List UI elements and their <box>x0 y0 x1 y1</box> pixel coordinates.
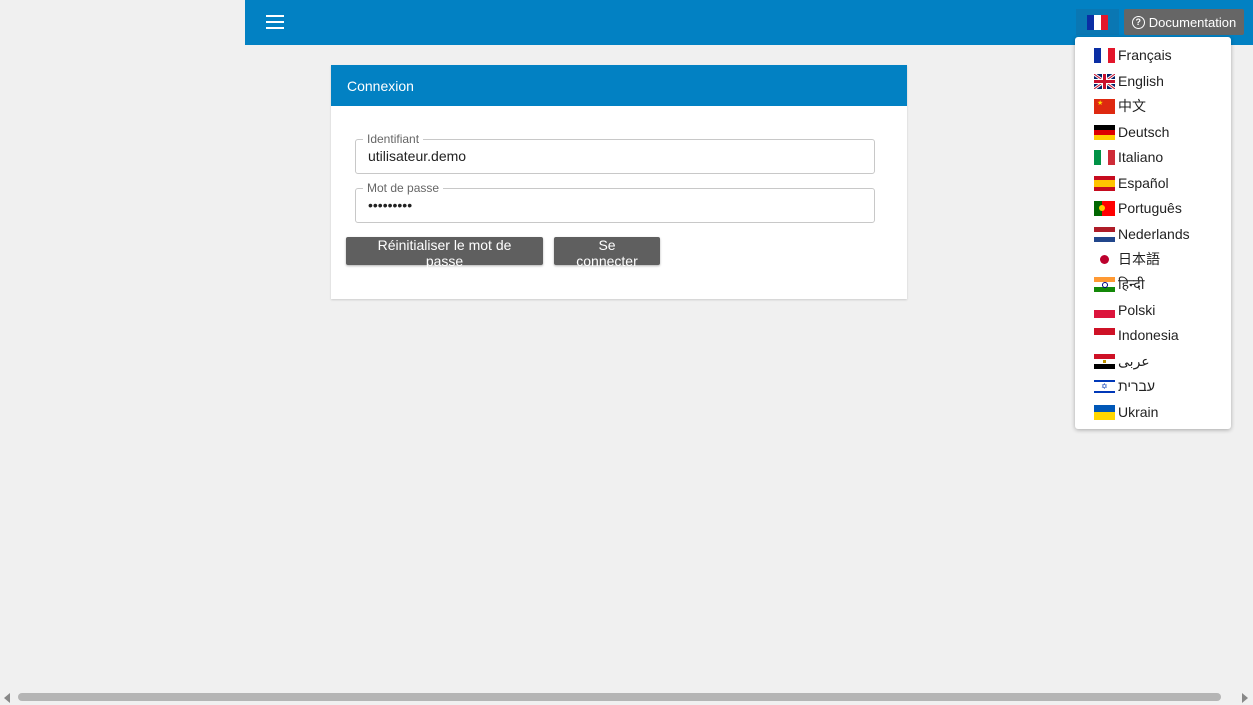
language-item-de[interactable]: Deutsch <box>1094 121 1224 143</box>
language-label: Français <box>1118 47 1172 63</box>
poland-flag-icon <box>1094 302 1115 318</box>
password-input[interactable] <box>368 195 862 222</box>
language-label: Ukrain <box>1118 404 1159 420</box>
language-item-he[interactable]: ✡ עברית <box>1094 375 1224 397</box>
login-card-header: Connexion <box>331 65 907 106</box>
uk-flag-icon <box>1094 73 1115 89</box>
france-flag-icon <box>1094 47 1115 63</box>
language-item-ja[interactable]: 日本語 <box>1094 248 1224 270</box>
language-item-zh[interactable]: ★ 中文 <box>1094 95 1224 117</box>
scrollbar-thumb[interactable] <box>18 693 1221 701</box>
horizontal-scrollbar[interactable] <box>0 690 1253 705</box>
language-label: Nederlands <box>1118 226 1190 242</box>
japan-flag-icon <box>1094 251 1115 267</box>
language-item-uk[interactable]: Ukrain <box>1094 401 1224 423</box>
spain-flag-icon <box>1094 175 1115 191</box>
login-card: Connexion Identifiant Mot de passe Réini… <box>331 65 907 299</box>
language-item-es[interactable]: Español <box>1094 172 1224 194</box>
language-item-pl[interactable]: Polski <box>1094 299 1224 321</box>
israel-flag-icon: ✡ <box>1094 378 1115 394</box>
netherlands-flag-icon <box>1094 226 1115 242</box>
password-field: Mot de passe <box>355 181 875 223</box>
language-label: 中文 <box>1118 98 1146 114</box>
language-item-nl[interactable]: Nederlands <box>1094 223 1224 245</box>
language-item-pt[interactable]: Português <box>1094 197 1224 219</box>
language-item-fr[interactable]: Français <box>1094 44 1224 66</box>
reset-password-button[interactable]: Réinitialiser le mot de passe <box>346 237 543 269</box>
hamburger-menu-icon[interactable] <box>265 13 287 31</box>
language-label: عربى <box>1118 352 1150 369</box>
language-label: Italiano <box>1118 149 1164 165</box>
scroll-left-arrow-icon[interactable] <box>4 693 10 703</box>
documentation-label: Documentation <box>1148 14 1237 30</box>
egypt-flag-icon <box>1094 353 1115 369</box>
portugal-flag-icon <box>1094 200 1115 216</box>
login-button[interactable]: Se connecter <box>554 237 660 269</box>
username-input[interactable] <box>368 146 862 173</box>
username-label: Identifiant <box>367 132 420 146</box>
scroll-right-arrow-icon[interactable] <box>1242 693 1248 703</box>
india-flag-icon <box>1094 276 1115 292</box>
language-item-ar[interactable]: عربى <box>1094 350 1224 372</box>
login-title: Connexion <box>347 77 414 94</box>
italy-flag-icon <box>1094 149 1115 165</box>
language-label: עברית <box>1118 378 1156 394</box>
username-field: Identifiant <box>355 132 875 174</box>
language-label: हिन्दी <box>1118 275 1145 292</box>
france-flag-icon <box>1087 14 1108 30</box>
language-item-hi[interactable]: हिन्दी <box>1094 273 1224 295</box>
help-circle-icon: ? <box>1131 15 1145 29</box>
language-label: Deutsch <box>1118 124 1170 140</box>
language-label: 日本語 <box>1118 251 1160 267</box>
ukraine-flag-icon <box>1094 404 1115 420</box>
china-flag-icon: ★ <box>1094 98 1115 114</box>
password-label: Mot de passe <box>367 181 440 195</box>
indonesia-flag-icon <box>1094 327 1115 343</box>
language-item-it[interactable]: Italiano <box>1094 146 1224 168</box>
language-label: English <box>1118 73 1164 89</box>
language-label: Português <box>1118 200 1182 216</box>
language-item-id[interactable]: Indonesia <box>1094 324 1224 346</box>
language-label: Español <box>1118 175 1169 191</box>
language-label: Indonesia <box>1118 327 1179 343</box>
language-dropdown: Français English ★ 中文 Deutsch Italiano E… <box>1075 37 1231 429</box>
language-label: Polski <box>1118 302 1156 318</box>
documentation-button[interactable]: ? Documentation <box>1124 9 1244 35</box>
language-item-en[interactable]: English <box>1094 70 1224 92</box>
language-selector-button[interactable] <box>1076 9 1119 35</box>
germany-flag-icon <box>1094 124 1115 140</box>
